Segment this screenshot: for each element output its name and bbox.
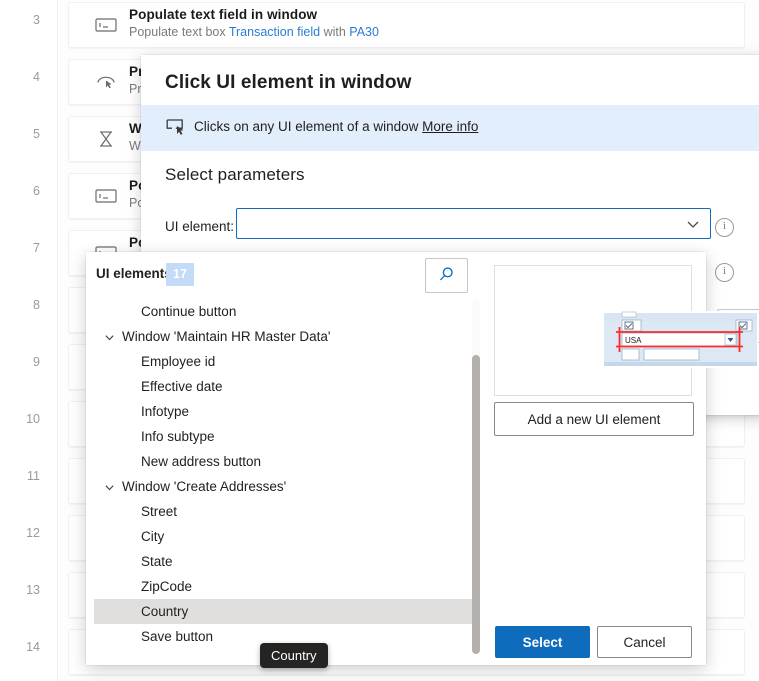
preview-combo-value: USA [625, 336, 642, 345]
tree-item[interactable]: Infotype [94, 399, 473, 424]
dialog-info-banner: Clicks on any UI element of a window Mor… [141, 105, 759, 151]
tree-item-selected[interactable]: Country [94, 599, 473, 624]
tree-item-label: Window 'Create Addresses' [122, 474, 286, 499]
tree-item-label: Info subtype [141, 424, 215, 449]
chevron-down-icon[interactable] [686, 218, 700, 230]
line-number: 6 [0, 184, 40, 198]
tree-item-label: ZipCode [141, 574, 192, 599]
ui-element-combobox[interactable] [236, 208, 711, 239]
tree-item-label: City [141, 524, 164, 549]
section-title: Select parameters [165, 165, 305, 185]
line-number: 11 [0, 469, 40, 483]
flow-step-subtitle: Populate text box Transaction field with… [129, 25, 379, 39]
ui-elements-count-badge: 17 [166, 263, 194, 286]
picker-title: UI elements [96, 266, 172, 281]
tree-item-label: Street [141, 499, 177, 524]
banner-description: Clicks on any UI element of a window [194, 119, 422, 134]
tree-item[interactable]: City [94, 524, 473, 549]
tree-scrollbar-thumb[interactable] [472, 355, 480, 654]
dialog-title: Click UI element in window [165, 72, 411, 94]
line-number: 4 [0, 70, 40, 84]
subtitle-variable-2: PA30 [349, 25, 379, 39]
select-button[interactable]: Select [495, 626, 590, 658]
tree-item[interactable]: Continue button [94, 299, 473, 324]
line-number: 9 [0, 355, 40, 369]
ui-elements-picker-popup: UI elements 17 Continue buttonWindow 'Ma… [86, 252, 706, 665]
line-number: 14 [0, 640, 40, 654]
line-number: 10 [0, 412, 40, 426]
tree-item-label: State [141, 549, 173, 574]
tree-item[interactable]: Employee id [94, 349, 473, 374]
ui-elements-tree[interactable]: Continue buttonWindow 'Maintain HR Maste… [86, 299, 473, 665]
line-number: 5 [0, 127, 40, 141]
chevron-down-icon[interactable] [104, 324, 116, 349]
click-ui-element-icon [166, 118, 186, 135]
ui-element-preview-thumbnail: USA [603, 311, 758, 368]
chevron-down-icon[interactable] [104, 474, 116, 499]
more-info-link[interactable]: More info [422, 119, 478, 134]
info-icon[interactable]: i [715, 263, 734, 282]
tree-item[interactable]: New address button [94, 449, 473, 474]
tree-item-label: Infotype [141, 399, 189, 424]
search-icon [438, 266, 455, 286]
subtitle-mid: with [320, 25, 349, 39]
tree-item-label: Save button [141, 624, 213, 649]
tree-item[interactable]: State [94, 549, 473, 574]
flow-step-row[interactable]: Populate text field in window Populate t… [68, 2, 745, 48]
tree-item[interactable]: Window 'Create Addresses' [94, 474, 473, 499]
tree-item-label: Effective date [141, 374, 223, 399]
line-number: 3 [0, 13, 40, 27]
ui-element-preview-frame: USA [494, 265, 692, 396]
tree-item[interactable]: Effective date [94, 374, 473, 399]
textbox-icon [95, 16, 117, 34]
subtitle-variable-1: Transaction field [229, 25, 320, 39]
tree-item[interactable]: Info subtype [94, 424, 473, 449]
hourglass-icon [95, 130, 117, 148]
gutter-divider [57, 0, 58, 681]
line-number: 12 [0, 526, 40, 540]
textbox-icon [95, 187, 117, 205]
line-number: 13 [0, 583, 40, 597]
tree-item[interactable]: Street [94, 499, 473, 524]
add-new-ui-element-button[interactable]: Add a new UI element [494, 402, 694, 436]
banner-text: Clicks on any UI element of a window Mor… [194, 119, 478, 134]
cancel-button[interactable]: Cancel [597, 626, 692, 658]
tree-item-label: Continue button [141, 299, 236, 324]
line-number-gutter: 3 4 5 6 7 8 9 10 11 12 13 14 [0, 0, 58, 681]
info-icon[interactable]: i [715, 218, 734, 237]
line-number: 8 [0, 298, 40, 312]
ui-element-label: UI element: [165, 219, 234, 234]
subtitle-prefix: Populate text box [129, 25, 229, 39]
tooltip: Country [260, 643, 328, 668]
search-button[interactable] [425, 258, 468, 293]
flow-step-title: Populate text field in window [129, 7, 317, 22]
tree-item-label: Window 'Maintain HR Master Data' [122, 324, 330, 349]
click-ui-element-icon [95, 73, 117, 91]
tree-item-label: New address button [141, 449, 261, 474]
tree-item[interactable]: Window 'Maintain HR Master Data' [94, 324, 473, 349]
tree-item-label: Country [141, 599, 188, 624]
tree-item-label: Employee id [141, 349, 215, 374]
tree-item[interactable]: ZipCode [94, 574, 473, 599]
line-number: 7 [0, 241, 40, 255]
